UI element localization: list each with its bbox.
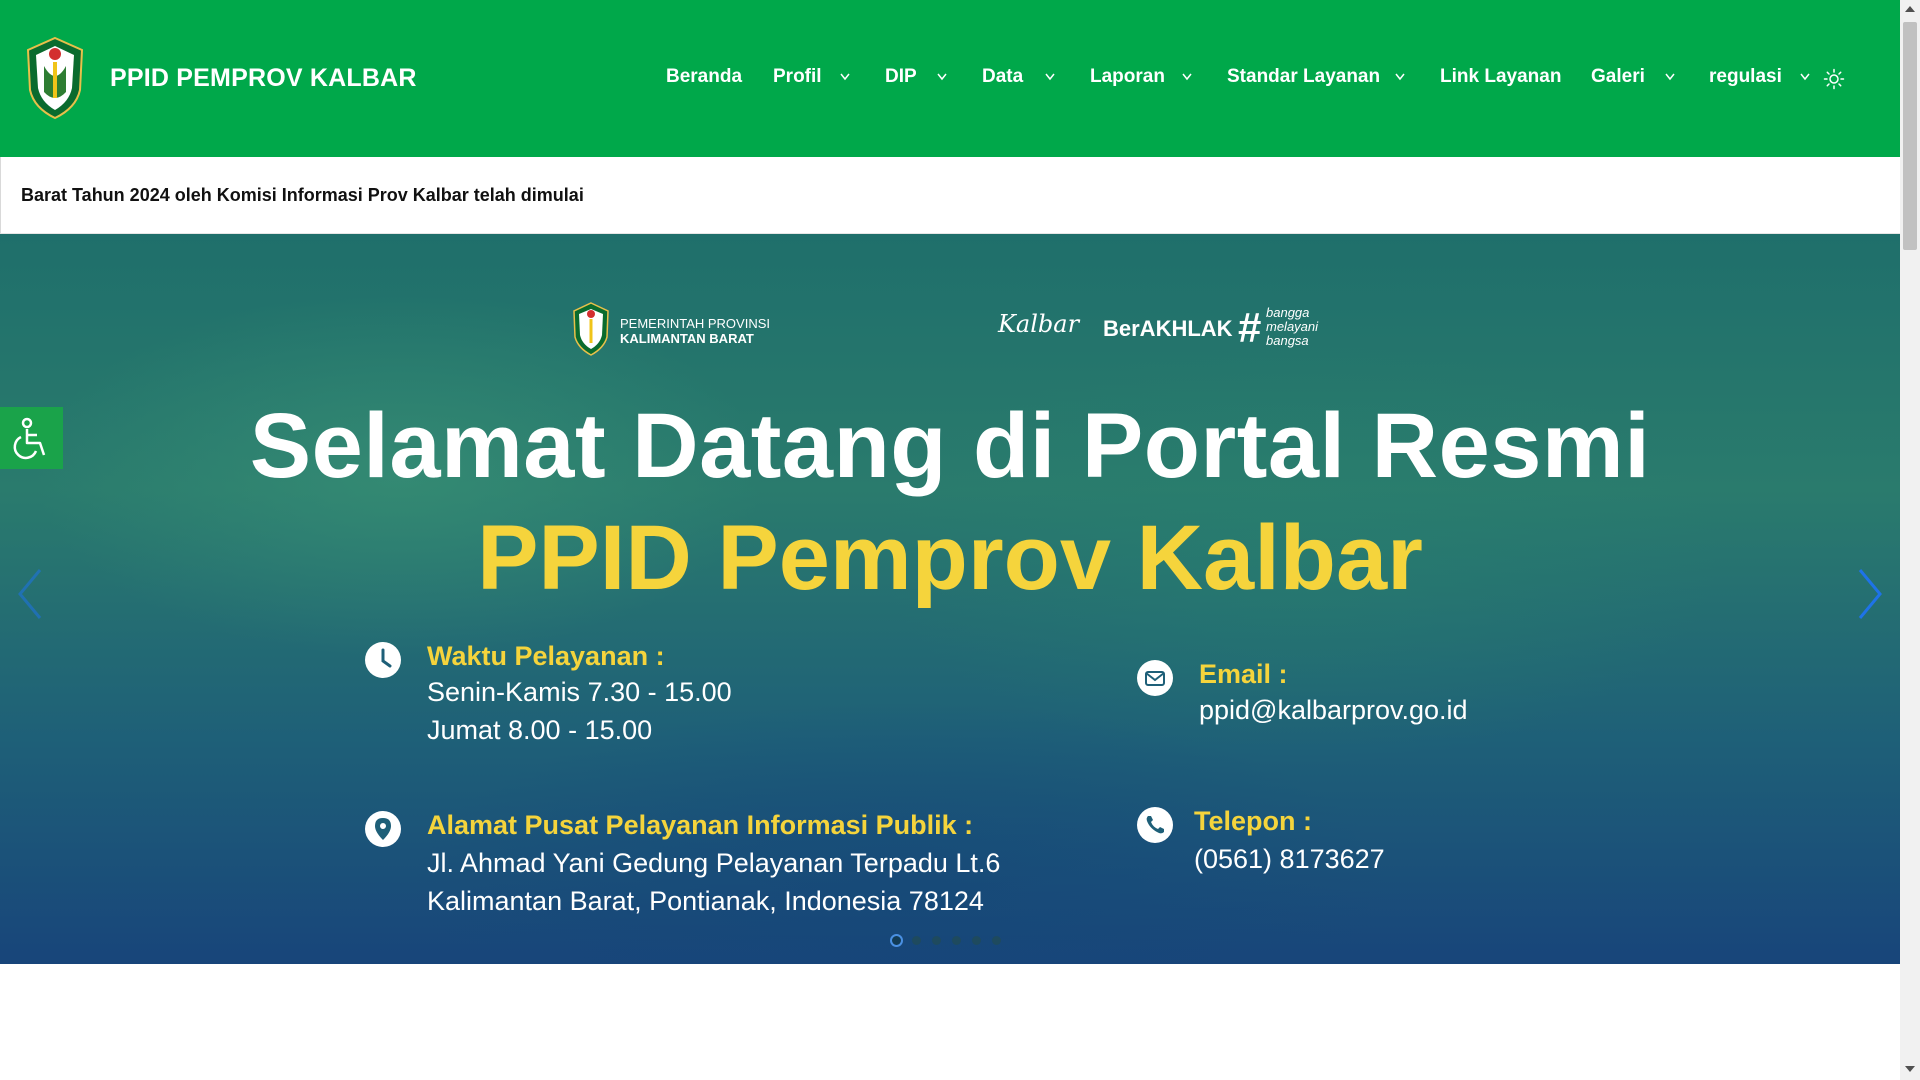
nav-item-standar-layanan[interactable]: Standar Layanan	[1227, 66, 1380, 88]
gov-name: PEMERINTAH PROVINSI KALIMANTAN BARAT	[620, 316, 770, 346]
hero-title: Selamat Datang di Portal Resmi	[249, 395, 1651, 497]
hero-slider: PEMERINTAH PROVINSI KALIMANTAN BARAT Kal…	[0, 234, 1900, 964]
nav-item-beranda[interactable]: Beranda	[666, 66, 742, 88]
gov-name-line1: PEMERINTAH PROVINSI	[620, 316, 771, 331]
slider-dot-5[interactable]	[972, 936, 981, 945]
chevron-down-icon[interactable]	[1182, 73, 1192, 81]
location-pin-icon	[365, 811, 401, 847]
clock-icon	[365, 642, 401, 678]
nav-item-data[interactable]: Data	[982, 66, 1023, 88]
slider-dot-4[interactable]	[952, 936, 961, 945]
slider-dot-1[interactable]	[890, 934, 903, 947]
ticker-text[interactable]: Barat Tahun 2024 oleh Komisi Informasi P…	[21, 185, 584, 206]
phone-icon	[1137, 807, 1173, 843]
berakhlak-logo: BerAKHLAK	[1103, 316, 1233, 341]
nav-item-link-layanan[interactable]: Link Layanan	[1440, 66, 1561, 88]
chevron-down-icon[interactable]	[1800, 73, 1810, 81]
chevron-down-icon[interactable]	[937, 73, 947, 81]
scroll-down-arrow-icon[interactable]	[1905, 1066, 1915, 1072]
gov-name-line2: KALIMANTAN BARAT	[620, 331, 754, 346]
province-emblem-logo	[573, 302, 609, 356]
service-hours-heading: Waktu Pelayanan :	[427, 641, 665, 671]
chevron-down-icon[interactable]	[1395, 73, 1405, 81]
kalbar-brand-logo: Kalbar	[998, 310, 1080, 338]
nav-item-laporan[interactable]: Laporan	[1090, 66, 1165, 88]
address-heading: Alamat Pusat Pelayanan Informasi Publik …	[427, 810, 974, 840]
nav-item-dip[interactable]: DIP	[885, 66, 917, 88]
address-line1: Jl. Ahmad Yani Gedung Pelayanan Terpadu …	[427, 848, 1001, 878]
mail-icon	[1137, 660, 1173, 696]
page: PPID PEMPROV KALBAR Beranda Profil DIP D…	[0, 0, 1920, 1080]
main-nav: Beranda Profil DIP Data Laporan Standar …	[0, 0, 1900, 157]
slider-dot-3[interactable]	[932, 936, 941, 945]
email-value: ppid@kalbarprov.go.id	[1199, 695, 1468, 725]
sun-icon[interactable]	[1823, 68, 1845, 90]
phone-value: (0561) 8173627	[1194, 844, 1385, 874]
hashtag-glyph: #	[1238, 304, 1262, 351]
slider-pagination	[890, 934, 1010, 948]
slider-dot-6[interactable]	[992, 936, 1001, 945]
site-header: PPID PEMPROV KALBAR Beranda Profil DIP D…	[0, 0, 1900, 157]
chevron-down-icon[interactable]	[840, 73, 850, 81]
nav-item-regulasi[interactable]: regulasi	[1709, 66, 1782, 88]
chevron-left-icon[interactable]	[12, 564, 48, 624]
scrollbar-thumb[interactable]	[1903, 22, 1917, 250]
bangga-melayani-text: bangga melayani bangsa	[1266, 305, 1319, 348]
page-scrollbar[interactable]	[1900, 0, 1920, 1080]
phone-heading: Telepon :	[1194, 806, 1312, 836]
service-hours-line2: Jumat 8.00 - 15.00	[427, 715, 653, 745]
accessibility-button[interactable]	[0, 407, 63, 469]
service-hours-line1: Senin-Kamis 7.30 - 15.00	[427, 677, 732, 707]
news-ticker: Barat Tahun 2024 oleh Komisi Informasi P…	[0, 157, 1900, 234]
nav-item-profil[interactable]: Profil	[773, 66, 822, 88]
wheelchair-icon	[13, 417, 46, 460]
scroll-up-arrow-icon[interactable]	[1905, 6, 1915, 12]
chevron-down-icon[interactable]	[1045, 73, 1055, 81]
address-line2: Kalimantan Barat, Pontianak, Indonesia 7…	[427, 886, 984, 916]
hero-logo-strip: PEMERINTAH PROVINSI KALIMANTAN BARAT Kal…	[0, 302, 1900, 362]
chevron-right-icon[interactable]	[1852, 564, 1888, 624]
nav-item-galeri[interactable]: Galeri	[1591, 66, 1645, 88]
slider-dot-2[interactable]	[912, 936, 921, 945]
hero-subtitle: PPID Pemprov Kalbar	[477, 507, 1423, 609]
chevron-down-icon[interactable]	[1665, 73, 1675, 81]
email-heading: Email :	[1199, 659, 1288, 689]
